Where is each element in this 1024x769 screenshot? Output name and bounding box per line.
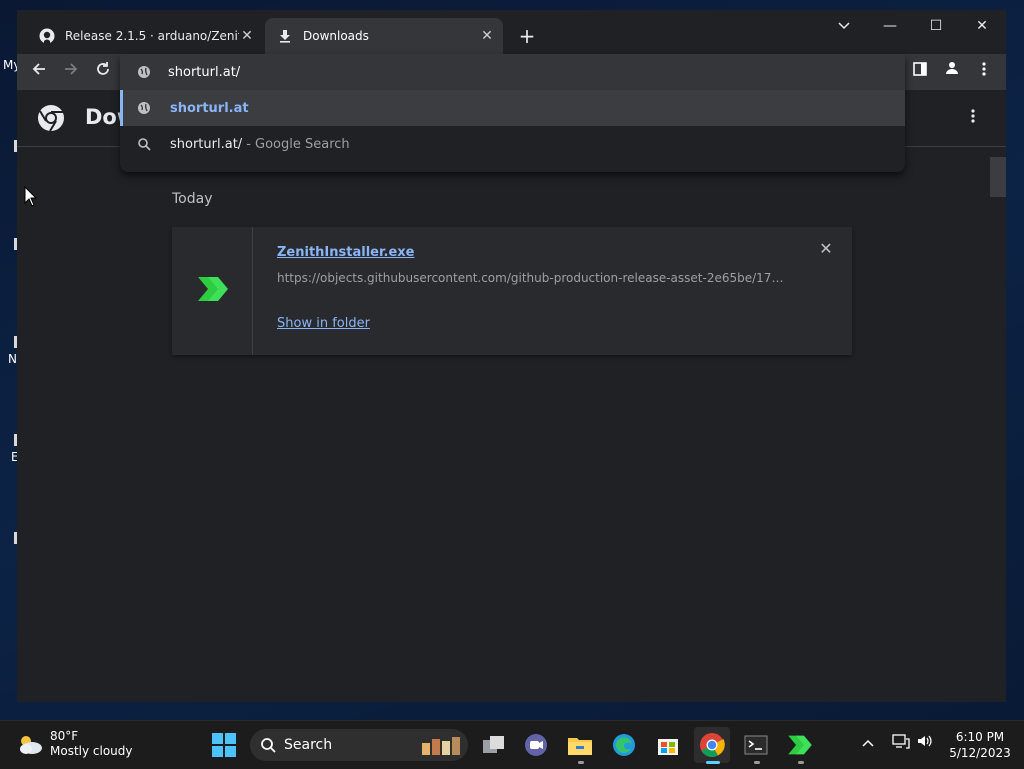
tab-github-release[interactable]: Release 2.1.5 · arduano/Zenith-MIDI ✕ <box>27 18 263 54</box>
new-tab-button[interactable]: + <box>515 24 539 48</box>
download-filename-link[interactable]: ZenithInstaller.exe <box>277 245 414 260</box>
taskbar: 80°F Mostly cloudy Search 6:10 PM 5/12/2… <box>0 720 1024 769</box>
downloads-page: Downloads Today ZenithInstaller.exe http… <box>17 90 1006 702</box>
tab-search-chevron-icon[interactable] <box>821 12 867 40</box>
github-icon <box>39 28 55 44</box>
search-icon <box>136 136 152 152</box>
running-indicator <box>578 761 584 764</box>
search-icon <box>261 738 276 753</box>
omnibox-row <box>120 54 905 90</box>
download-source-url[interactable]: https://objects.githubusercontent.com/gi… <box>277 271 787 285</box>
scrollbar-thumb[interactable] <box>990 157 1006 197</box>
zenith-file-icon <box>198 277 228 301</box>
volume-icon[interactable] <box>916 733 934 753</box>
running-indicator <box>754 761 760 764</box>
side-panel-icon[interactable] <box>908 60 932 84</box>
show-in-folder-link[interactable]: Show in folder <box>277 316 370 331</box>
suggestion-text: shorturl.at <box>170 100 249 116</box>
close-window-button[interactable]: ✕ <box>959 12 1005 40</box>
forward-icon[interactable] <box>59 60 83 84</box>
minimize-button[interactable]: — <box>867 12 913 40</box>
tab-downloads[interactable]: Downloads ✕ <box>265 18 503 54</box>
omnibox-suggestion-search[interactable]: shorturl.at/ - Google Search <box>120 126 905 162</box>
task-view-icon[interactable] <box>480 731 508 759</box>
mouse-cursor-icon <box>24 186 38 207</box>
edge-browser-icon[interactable] <box>610 731 638 759</box>
taskbar-search-box[interactable]: Search <box>250 729 468 761</box>
omnibox-suggestion-url[interactable]: shorturl.at <box>120 90 905 126</box>
download-item: ZenithInstaller.exe https://objects.gith… <box>172 227 852 355</box>
tab-title: Release 2.1.5 · arduano/Zenith-MIDI <box>65 29 239 43</box>
running-indicator <box>798 761 804 764</box>
suggestion-suffix: - Google Search <box>246 136 350 152</box>
network-icon[interactable] <box>892 733 910 753</box>
weather-temp: 80°F <box>50 729 79 743</box>
taskbar-search-label: Search <box>284 737 333 753</box>
reload-icon[interactable] <box>91 60 115 84</box>
chrome-logo-icon <box>38 105 64 132</box>
chrome-taskbar-icon[interactable] <box>694 727 730 763</box>
close-icon[interactable]: ✕ <box>479 28 495 44</box>
file-icon-container <box>172 227 253 355</box>
section-date-label: Today <box>172 191 213 207</box>
search-highlight-icon <box>422 737 460 755</box>
download-icon <box>277 28 293 44</box>
zenith-app-icon[interactable] <box>786 731 814 759</box>
close-icon[interactable]: ✕ <box>239 28 255 44</box>
suggestion-text: shorturl.at/ <box>170 136 243 152</box>
windows-start-icon[interactable] <box>212 733 236 757</box>
kebab-menu-icon[interactable] <box>972 60 996 84</box>
tab-strip: Release 2.1.5 · arduano/Zenith-MIDI ✕ Do… <box>17 10 1006 54</box>
teams-chat-icon[interactable] <box>522 731 550 759</box>
terminal-icon[interactable] <box>742 731 770 759</box>
chrome-window: Release 2.1.5 · arduano/Zenith-MIDI ✕ Do… <box>17 10 1006 702</box>
desktop-label: N <box>8 352 17 366</box>
globe-icon <box>136 100 152 116</box>
clock-time: 6:10 PM <box>955 730 1005 744</box>
back-icon[interactable] <box>27 60 51 84</box>
file-explorer-icon[interactable] <box>566 731 594 759</box>
weather-widget[interactable]: 80°F Mostly cloudy <box>16 729 133 759</box>
omnibox-dropdown: shorturl.at shorturl.at/ - Google Search <box>120 54 905 172</box>
weather-condition: Mostly cloudy <box>50 744 133 758</box>
clock-date: 5/12/2023 <box>949 746 1011 760</box>
page-menu-icon[interactable] <box>961 106 985 130</box>
microsoft-store-icon[interactable] <box>654 731 682 759</box>
chevron-up-icon[interactable] <box>862 735 874 751</box>
taskbar-clock[interactable]: 6:10 PM 5/12/2023 <box>944 729 1016 761</box>
remove-download-icon[interactable]: ✕ <box>818 241 834 257</box>
globe-icon <box>136 64 152 80</box>
active-app-indicator <box>706 761 720 764</box>
address-bar-input[interactable] <box>166 63 770 81</box>
profile-icon[interactable] <box>940 60 964 84</box>
maximize-button[interactable]: ☐ <box>913 12 959 40</box>
cloudy-weather-icon <box>20 736 42 754</box>
tab-title: Downloads <box>303 29 369 43</box>
